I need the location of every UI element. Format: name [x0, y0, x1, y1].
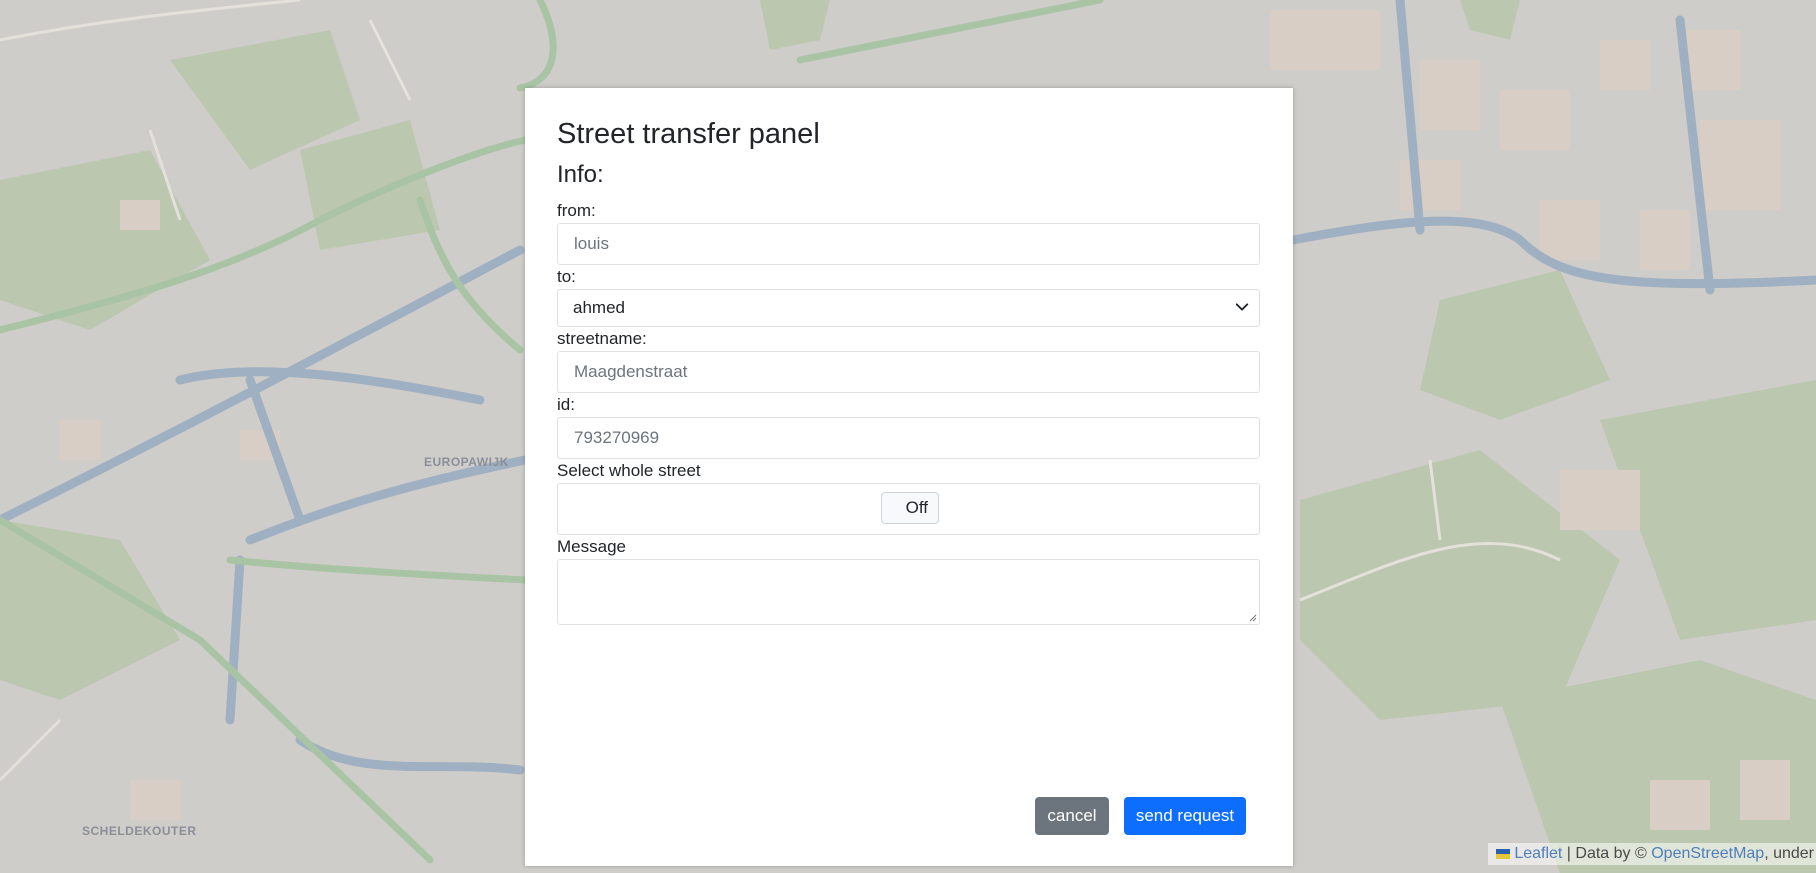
info-heading: Info: [557, 161, 604, 188]
from-placeholder: louis [574, 234, 609, 253]
streetname-placeholder: Maagdenstraat [574, 362, 688, 381]
streetname-input[interactable]: Maagdenstraat [557, 351, 1260, 393]
attribution-separator: | Data by © [1562, 845, 1652, 862]
id-input[interactable]: 793270969 [557, 417, 1260, 459]
ukraine-flag-icon [1496, 849, 1511, 859]
map-label-europawijk: EUROPAWIJK [424, 455, 509, 469]
from-input[interactable]: louis [557, 223, 1260, 265]
chevron-down-icon [1235, 303, 1249, 311]
map-label-scheldekouter: SCHELDEKOUTER [82, 824, 197, 838]
streetname-label: streetname: [557, 329, 647, 348]
resize-grip-icon[interactable] [1249, 614, 1257, 622]
whole-street-toggle[interactable]: Off [881, 492, 939, 524]
map-attribution: Leaflet | Data by © OpenStreetMap, under [1488, 843, 1816, 865]
to-select[interactable]: ahmed [557, 289, 1260, 327]
id-placeholder: 793270969 [574, 428, 660, 447]
leaflet-link[interactable]: Leaflet [1514, 845, 1562, 862]
attribution-tail: , under [1764, 845, 1814, 862]
message-label: Message [557, 537, 626, 556]
send-request-button[interactable]: send request [1124, 797, 1246, 835]
whole-street-label: Select whole street [557, 461, 701, 480]
to-label: to: [557, 267, 576, 286]
to-selected-value: ahmed [573, 298, 625, 317]
cancel-button[interactable]: cancel [1035, 797, 1109, 835]
id-label: id: [557, 395, 575, 414]
from-label: from: [557, 201, 596, 220]
modal-title: Street transfer panel [557, 118, 820, 150]
message-textarea[interactable] [557, 559, 1260, 625]
openstreetmap-link[interactable]: OpenStreetMap [1651, 845, 1764, 862]
street-transfer-modal: Street transfer panel Info: from: louis … [525, 88, 1293, 866]
whole-street-container: Off [557, 483, 1260, 535]
